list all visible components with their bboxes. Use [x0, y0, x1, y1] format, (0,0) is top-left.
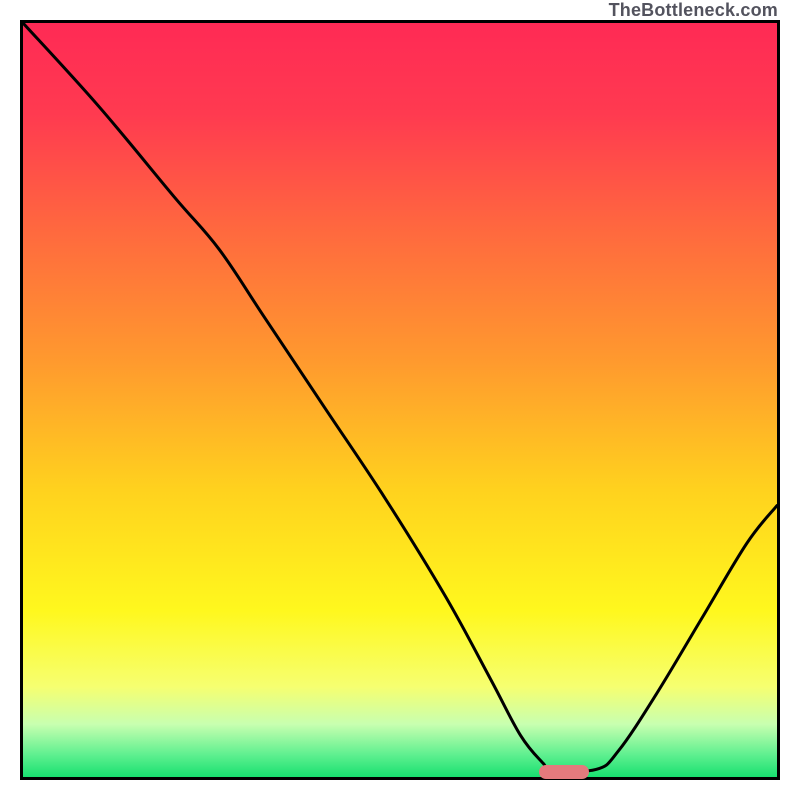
optimum-marker: [539, 765, 589, 779]
chart-canvas: [23, 23, 777, 777]
watermark: TheBottleneck.com: [609, 0, 778, 21]
gradient-background: [23, 23, 777, 777]
